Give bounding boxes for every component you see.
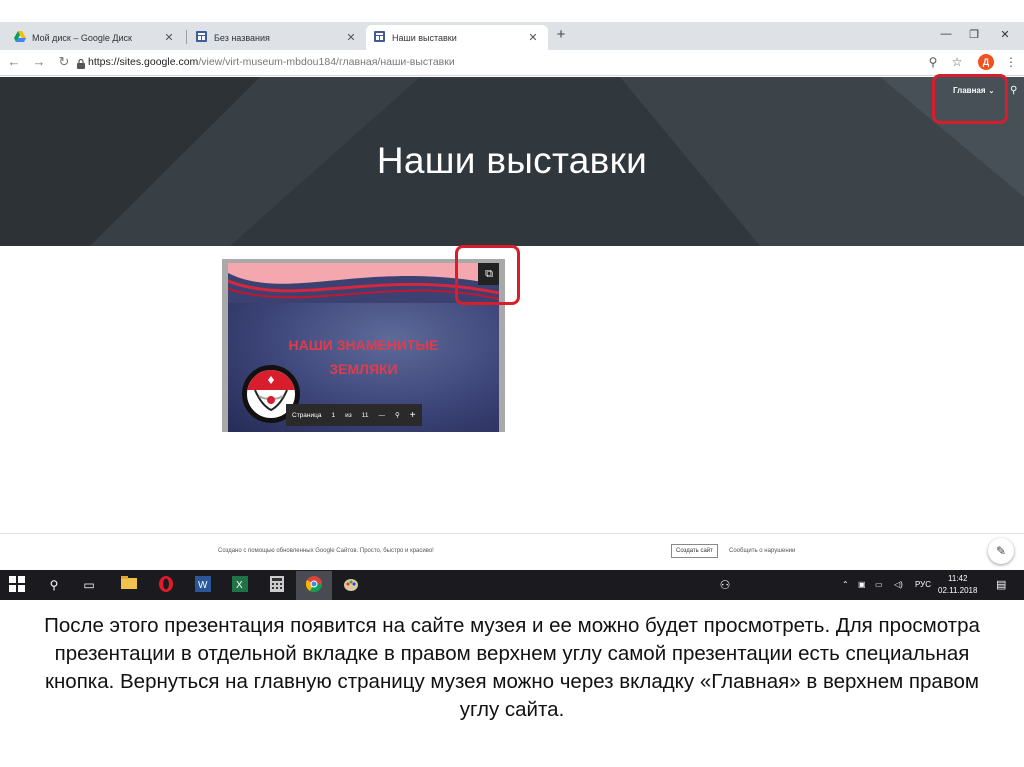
clock[interactable]: 11:42 02.11.2018 [938,573,977,597]
avatar[interactable]: Д [978,54,994,70]
tab-divider [186,30,187,44]
people-icon[interactable]: ⚇ [716,576,734,594]
close-icon[interactable]: ✕ [344,31,358,44]
edit-pencil-icon[interactable]: ✎ [988,538,1014,564]
tab-title: Без названия [214,32,270,43]
tab-exhibitions[interactable]: Наши выставки ✕ [366,25,548,50]
tab-bar: Мой диск – Google Диск ✕ Без названия ✕ … [0,22,1024,50]
file-explorer-icon[interactable] [120,576,138,594]
tab-untitled[interactable]: Без названия ✕ [188,25,366,50]
notifications-icon[interactable]: ▤ [996,578,1006,591]
keyboard-layout-icon[interactable]: ▣ [858,580,866,589]
highlight-nav-home [932,74,1008,124]
search-icon[interactable]: ⚲ [1010,85,1017,96]
create-site-button[interactable]: Создать сайт [671,544,718,558]
slide-title-line: НАШИ ЗНАМЕНИТЫЕ [288,337,439,353]
zoom-in-icon[interactable]: + [410,410,416,421]
windows-start-icon[interactable] [8,576,26,594]
close-window-icon[interactable]: ✕ [995,28,1015,41]
excel-icon[interactable]: X [231,576,249,594]
page-title: Наши выставки [376,140,648,181]
url-field[interactable]: https://sites.google.com/view/virt-museu… [88,56,455,68]
search-icon[interactable]: ⚲ [45,576,63,594]
highlight-popout-button [455,245,520,305]
star-icon[interactable]: ☆ [949,55,965,69]
clock-time: 11:42 [948,574,968,583]
back-icon[interactable]: ← [6,54,22,69]
close-icon[interactable]: ✕ [162,31,176,44]
tab-google-drive[interactable]: Мой диск – Google Диск ✕ [6,25,184,50]
tab-title: Наши выставки [392,32,457,43]
zoom-out-icon[interactable]: — [378,412,385,419]
url-path: /view/virt-museum-mbdou184/главная/наши-… [198,56,455,68]
lock-icon [77,56,85,69]
google-sites-icon [196,31,208,44]
report-abuse-link[interactable]: Сообщить о нарушении [729,548,795,554]
chevron-up-icon[interactable]: ⌃ [842,580,849,589]
pager-total: 11 [361,411,369,419]
paint-icon[interactable] [342,576,360,594]
tab-title: Мой диск – Google Диск [32,32,132,43]
volume-icon[interactable]: ◁) [894,580,903,589]
url-host: https://sites.google.com [88,56,199,68]
pager-current[interactable]: 1 [331,412,335,419]
forward-icon[interactable]: → [31,54,47,69]
restore-icon[interactable]: ❐ [964,28,984,41]
pager-label: Страница [292,411,322,419]
slide-caption: После этого презентация появится на сайт… [44,614,980,721]
new-tab-button[interactable]: + [553,26,569,43]
zoom-icon[interactable]: ⚲ [395,411,400,419]
footer-text: Создано с помощью обновленных Google Сай… [218,548,434,554]
reload-icon[interactable]: ↻ [56,54,72,70]
svg-text:X: X [236,580,243,591]
footer-divider [0,533,1024,534]
language-indicator[interactable]: РУС [915,580,931,589]
google-drive-icon [14,31,26,44]
minimize-icon[interactable]: — [936,28,956,40]
svg-text:W: W [198,580,208,591]
windows-taskbar [0,570,1024,600]
pager-of: из [345,411,352,419]
chrome-icon[interactable] [305,576,323,594]
zoom-icon[interactable]: ⚲ [925,55,941,69]
slide-pager: Страница 1 из 11 — ⚲ + [286,404,422,426]
word-icon[interactable]: W [194,576,212,594]
menu-icon[interactable]: ⋮ [1003,55,1019,69]
close-icon[interactable]: ✕ [526,31,540,44]
clock-date: 02.11.2018 [938,586,978,595]
opera-icon[interactable] [157,576,175,594]
task-view-icon[interactable]: ▭ [80,576,98,594]
network-icon[interactable]: ▭ [875,580,883,589]
google-sites-icon [374,31,386,44]
calculator-icon[interactable] [268,576,286,594]
